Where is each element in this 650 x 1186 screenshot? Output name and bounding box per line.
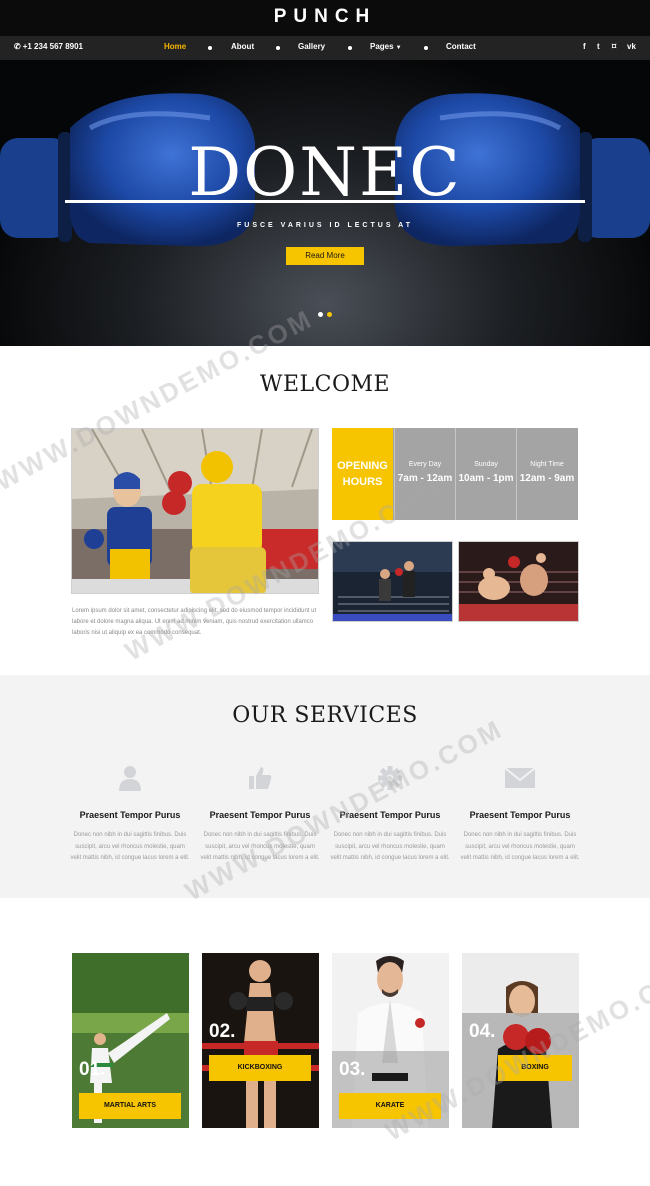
opening-hours-panel: OPENING HOURS Every Day 7am - 12am Sunda… bbox=[332, 428, 578, 520]
logo-bar: PUNCH bbox=[0, 0, 650, 36]
kickboxing-fight-photo bbox=[458, 541, 579, 622]
hours-column: Sunday 10am - 1pm bbox=[455, 428, 516, 520]
service-text: Donec non nibh in dui sagittis finibus. … bbox=[460, 832, 580, 861]
class-card-karate[interactable]: 03. KARATE bbox=[332, 953, 449, 1128]
hero-title: DONEC bbox=[188, 134, 462, 211]
nav-separator bbox=[348, 46, 352, 50]
gym-fight-photo bbox=[332, 541, 453, 622]
rss-icon[interactable]: ⌑ bbox=[612, 42, 616, 51]
service-title: Praesent Tempor Purus bbox=[469, 810, 571, 820]
class-number: 03. bbox=[339, 1059, 366, 1080]
hours-column: Night Time 12am - 9am bbox=[516, 428, 577, 520]
service-card: Praesent Tempor Purus Donec non nibh in … bbox=[70, 765, 190, 865]
user-icon bbox=[119, 766, 141, 791]
service-title: Praesent Tempor Purus bbox=[339, 810, 441, 820]
hero-slider: DONEC FUSCE VARIUS ID LECTUS AT Read Mor… bbox=[0, 60, 650, 346]
nav-pages[interactable]: Pages ▼ bbox=[370, 42, 402, 51]
services-section: OUR SERVICES Praesent Tempor Purus Donec… bbox=[0, 675, 650, 898]
service-card: Praesent Tempor Purus Donec non nibh in … bbox=[200, 765, 320, 865]
hours-column: Every Day 7am - 12am bbox=[394, 428, 455, 520]
welcome-title: WELCOME bbox=[259, 372, 391, 397]
class-number: 01. bbox=[79, 1059, 106, 1080]
phone-number[interactable]: ✆ +1 234 567 8901 bbox=[14, 42, 83, 51]
service-text: Donec non nibh in dui sagittis finibus. … bbox=[200, 832, 320, 861]
envelope-icon bbox=[504, 767, 536, 788]
service-title: Praesent Tempor Purus bbox=[79, 810, 181, 820]
boxing-button[interactable]: BOXING bbox=[498, 1055, 572, 1081]
karate-button[interactable]: KARATE bbox=[339, 1093, 441, 1119]
nav-separator bbox=[276, 46, 280, 50]
service-title: Praesent Tempor Purus bbox=[209, 810, 311, 820]
nav-pages-label: Pages bbox=[370, 42, 394, 51]
hours-day: Every Day bbox=[408, 461, 442, 468]
nav-separator bbox=[424, 46, 428, 50]
class-number: 04. bbox=[469, 1021, 496, 1042]
hours-day: Sunday bbox=[474, 461, 498, 468]
nav-home[interactable]: Home bbox=[164, 42, 186, 51]
slider-dot-1[interactable] bbox=[318, 312, 323, 317]
nav-contact[interactable]: Contact bbox=[446, 42, 476, 51]
class-number: 02. bbox=[209, 1021, 236, 1042]
service-text: Donec non nibh in dui sagittis finibus. … bbox=[330, 832, 450, 861]
nav-separator bbox=[208, 46, 212, 50]
phone-text: +1 234 567 8901 bbox=[22, 42, 83, 51]
kickboxing-button[interactable]: KICKBOXING bbox=[209, 1055, 311, 1081]
read-more-button[interactable]: Read More bbox=[286, 247, 364, 265]
hours-time: 12am - 9am bbox=[519, 473, 575, 484]
services-title: OUR SERVICES bbox=[232, 703, 418, 728]
boxing-match-photo bbox=[71, 428, 319, 594]
service-card: Praesent Tempor Purus Donec non nibh in … bbox=[460, 765, 580, 865]
hero-subtitle: FUSCE VARIUS ID LECTUS AT bbox=[237, 222, 413, 229]
nav-gallery[interactable]: Gallery bbox=[298, 42, 325, 51]
gear-icon bbox=[378, 766, 402, 790]
chevron-down-icon: ▼ bbox=[395, 45, 402, 51]
hours-day: Night Time bbox=[530, 461, 564, 468]
site-logo[interactable]: PUNCH bbox=[0, 6, 650, 28]
opening-hours-heading: OPENING HOURS bbox=[332, 428, 393, 520]
welcome-description: Lorem ipsum dolor sit amet, consectetur … bbox=[72, 608, 317, 636]
nav-bar: ✆ +1 234 567 8901 Home About Gallery Page… bbox=[0, 36, 650, 60]
thumbs-up-icon bbox=[249, 767, 272, 789]
class-card-kickboxing[interactable]: 02. KICKBOXING bbox=[202, 953, 319, 1128]
nav-about[interactable]: About bbox=[231, 42, 254, 51]
service-text: Donec non nibh in dui sagittis finibus. … bbox=[70, 832, 190, 861]
facebook-icon[interactable]: f bbox=[583, 42, 586, 51]
class-card-martial-arts[interactable]: 01. MARTIAL ARTS bbox=[72, 953, 189, 1128]
vk-icon[interactable]: vk bbox=[627, 42, 636, 51]
class-card-boxing[interactable]: 04. BOXING bbox=[462, 953, 579, 1128]
phone-icon: ✆ bbox=[14, 42, 21, 51]
service-card: Praesent Tempor Purus Donec non nibh in … bbox=[330, 765, 450, 865]
hero-divider bbox=[65, 200, 585, 203]
slider-dot-2[interactable] bbox=[327, 312, 332, 317]
hours-time: 7am - 12am bbox=[397, 473, 453, 484]
martial-arts-button[interactable]: MARTIAL ARTS bbox=[79, 1093, 181, 1119]
twitter-icon[interactable]: t bbox=[597, 42, 600, 51]
hours-time: 10am - 1pm bbox=[458, 473, 514, 484]
